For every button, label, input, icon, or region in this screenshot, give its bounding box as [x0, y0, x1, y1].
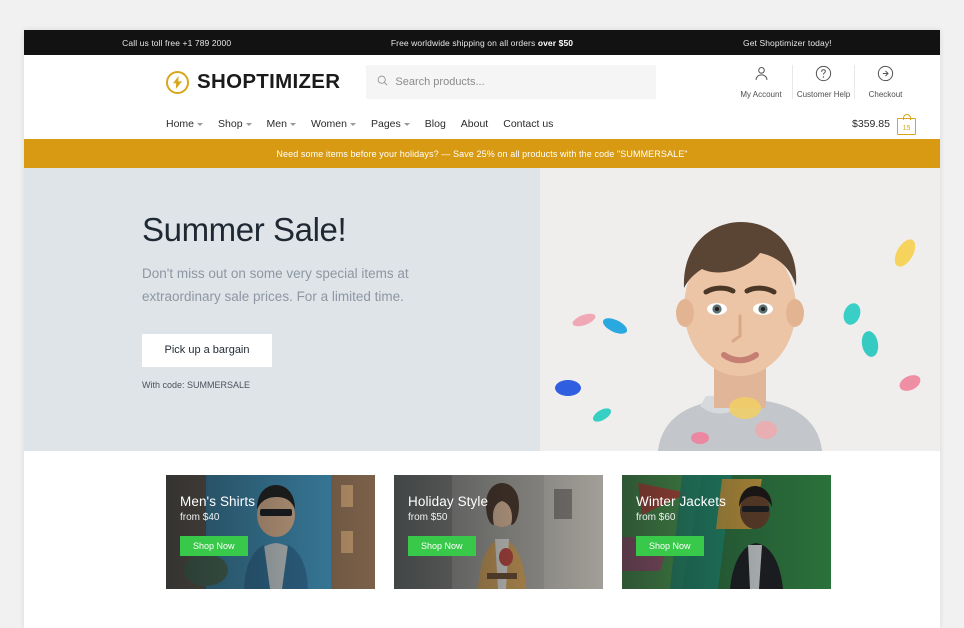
chevron-down-icon [289, 123, 296, 126]
user-icon [753, 65, 770, 87]
site-header: SHOPTIMIZER My Account [24, 55, 940, 109]
chevron-down-icon [197, 123, 204, 126]
question-circle-icon [815, 65, 832, 87]
cart-widget[interactable]: $359.85 15 [852, 113, 916, 135]
nav-item-label: Home [166, 118, 195, 130]
nav-item-men[interactable]: Men [267, 118, 296, 130]
customer-help-action[interactable]: Customer Help [792, 65, 854, 99]
main-navigation: Home Shop Men Women Pages Blog About Contact us… [24, 109, 940, 139]
nav-item-label: Blog [424, 118, 446, 130]
category-card[interactable]: Winter Jackets from $60 Shop Now [622, 475, 831, 589]
nav-item-shop[interactable]: Shop [218, 118, 252, 130]
nav-item-about[interactable]: About [461, 118, 488, 130]
nav-item-blog[interactable]: Blog [425, 118, 446, 130]
site-logo[interactable]: SHOPTIMIZER [166, 70, 340, 94]
nav-item-label: Pages [370, 118, 401, 130]
header-actions: My Account Customer Help Checkout [730, 65, 916, 99]
category-card-price: from $50 [408, 512, 448, 523]
category-card[interactable]: Holiday Style from $50 Shop Now [394, 475, 603, 589]
hero-title: Summer Sale! [142, 211, 347, 248]
announcement-shipping-text: Free worldwide shipping on all orders [390, 37, 538, 48]
announcement-phone: Call us toll free +1 789 2000 [122, 37, 232, 48]
nav-item-label: Shop [218, 118, 243, 130]
arrow-right-circle-icon [877, 65, 894, 87]
nav-item-label: About [460, 118, 489, 130]
search-icon [377, 73, 388, 91]
hero-image [540, 168, 940, 451]
search-bar[interactable] [366, 65, 657, 99]
checkout-label: Checkout [868, 90, 903, 99]
category-card-price: from $60 [636, 512, 676, 523]
hero-section: Summer Sale! Don't miss out on some very… [24, 168, 940, 451]
nav-item-contact-us[interactable]: Contact us [503, 118, 553, 130]
cart-item-count: 15 [902, 124, 911, 132]
promo-text: Need some items before your holidays? — … [276, 148, 688, 159]
category-card-title: Winter Jackets [636, 494, 726, 509]
customer-help-label: Customer Help [796, 90, 851, 99]
hero-code-note: With code: SUMMERSALE [142, 379, 251, 390]
hero-copy: Summer Sale! Don't miss out on some very… [142, 211, 472, 390]
chevron-down-icon [245, 123, 252, 126]
chevron-down-icon [349, 123, 356, 126]
checkout-action[interactable]: Checkout [854, 65, 916, 99]
cart-total: $359.85 [852, 118, 890, 130]
nav-item-label: Men [266, 118, 287, 130]
nav-item-label: Women [310, 118, 347, 130]
search-input[interactable] [395, 76, 646, 88]
browser-page: Call us toll free +1 789 2000 Free world… [24, 30, 940, 628]
shopping-bag-icon[interactable]: 15 [897, 113, 916, 135]
promo-banner[interactable]: Need some items before your holidays? — … [24, 139, 940, 168]
nav-list: Home Shop Men Women Pages Blog About Contact us [166, 118, 553, 130]
lightning-bolt-icon [166, 70, 189, 94]
category-card-title: Men's Shirts [180, 494, 256, 509]
announcement-cta[interactable]: Get Shoptimizer today! [635, 38, 940, 48]
my-account-action[interactable]: My Account [730, 65, 792, 99]
announcement-shipping-amount: over $50 [537, 37, 574, 48]
category-card[interactable]: Men's Shirts from $40 Shop Now [166, 475, 375, 589]
nav-item-home[interactable]: Home [166, 118, 204, 130]
shop-now-button[interactable]: Shop Now [180, 536, 248, 556]
chevron-down-icon [403, 123, 410, 126]
announcement-bar: Call us toll free +1 789 2000 Free world… [24, 30, 940, 55]
nav-item-women[interactable]: Women [311, 118, 356, 130]
shop-now-button[interactable]: Shop Now [408, 536, 476, 556]
shop-now-button[interactable]: Shop Now [636, 536, 704, 556]
announcement-shipping: Free worldwide shipping on all orders ov… [329, 38, 634, 48]
nav-item-label: Contact us [503, 118, 554, 130]
category-card-price: from $40 [180, 512, 220, 523]
pick-up-bargain-button[interactable]: Pick up a bargain [142, 333, 272, 367]
my-account-label: My Account [740, 90, 782, 99]
hero-subtitle: Don't miss out on some very special item… [142, 266, 409, 304]
nav-item-pages[interactable]: Pages [371, 118, 410, 130]
category-card-title: Holiday Style [408, 494, 489, 509]
category-cards: Men's Shirts from $40 Shop Now Holiday Styl… [24, 451, 940, 589]
brand-name: SHOPTIMIZER [197, 70, 341, 93]
